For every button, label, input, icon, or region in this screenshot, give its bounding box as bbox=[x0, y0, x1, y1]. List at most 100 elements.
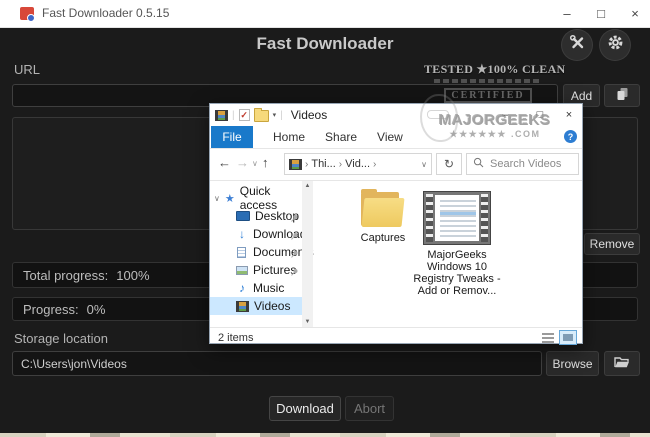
videos-app-icon bbox=[215, 110, 228, 121]
screen: Fast Downloader 0.5.15 – □ × Fast Downlo… bbox=[0, 0, 650, 437]
properties-check-icon[interactable]: ✓ bbox=[239, 109, 250, 121]
videos-icon bbox=[236, 301, 249, 312]
file-explorer-dialog: | ✓ ▾ | Videos – □ × File Home Share Vie… bbox=[209, 103, 583, 344]
sidebar-item-documents[interactable]: Documents bbox=[210, 243, 302, 261]
pictures-icon bbox=[236, 266, 248, 275]
sidebar-item-desktop[interactable]: Desktop bbox=[210, 207, 302, 225]
watermark-texture bbox=[434, 79, 542, 83]
explorer-sidebar: ∨ ★ Quick access Desktop ↓ Downloads Doc… bbox=[210, 181, 302, 327]
explorer-minimize-button[interactable]: – bbox=[490, 104, 520, 125]
browse-button[interactable]: Browse bbox=[546, 351, 599, 376]
explorer-title: Videos bbox=[291, 108, 327, 122]
explorer-close-button[interactable]: × bbox=[554, 104, 584, 125]
thumbnail-view-icon[interactable] bbox=[559, 330, 577, 345]
file-label-line: MajorGeeks bbox=[411, 249, 503, 261]
videos-folder-icon bbox=[289, 159, 302, 170]
details-view-icon[interactable] bbox=[542, 333, 554, 343]
background-window-sliver bbox=[0, 433, 650, 437]
window-title: Fast Downloader 0.5.15 bbox=[42, 6, 169, 20]
download-button[interactable]: Download bbox=[269, 396, 341, 421]
pin-icon bbox=[290, 230, 299, 244]
tools-button[interactable] bbox=[562, 30, 592, 60]
item-count: 2 items bbox=[218, 332, 253, 344]
refresh-button[interactable]: ↻ bbox=[436, 153, 462, 175]
quick-access-star-icon: ★ bbox=[225, 192, 235, 205]
video-thumbnail-icon bbox=[423, 191, 491, 245]
new-folder-icon[interactable] bbox=[254, 110, 269, 122]
paste-button[interactable] bbox=[604, 84, 640, 107]
crumb-sep-icon: › bbox=[373, 159, 376, 170]
url-label: URL bbox=[14, 62, 40, 77]
os-titlebar: Fast Downloader 0.5.15 – □ × bbox=[0, 0, 650, 28]
crumb-sep-icon: › bbox=[339, 159, 342, 170]
pin-icon bbox=[290, 266, 299, 280]
tools-icon bbox=[569, 34, 586, 56]
tab-home[interactable]: Home bbox=[273, 130, 305, 144]
sidebar-item-quick-access[interactable]: ∨ ★ Quick access bbox=[210, 189, 302, 207]
storage-path-input[interactable] bbox=[12, 351, 542, 376]
open-folder-button[interactable] bbox=[604, 351, 640, 376]
scroll-up-icon[interactable]: ▲ bbox=[302, 183, 313, 189]
file-label-line: Add or Remov... bbox=[411, 285, 503, 297]
desktop-icon bbox=[236, 211, 250, 221]
minimize-button[interactable]: – bbox=[551, 0, 583, 27]
pin-icon bbox=[290, 248, 299, 262]
explorer-titlebar: | ✓ ▾ | Videos – □ × bbox=[210, 104, 582, 126]
documents-icon bbox=[237, 247, 246, 258]
up-icon[interactable]: ↑ bbox=[262, 155, 269, 170]
separator: | bbox=[232, 110, 235, 121]
crumb-sep-icon: › bbox=[305, 159, 308, 170]
video-file-majorgeeks[interactable]: MajorGeeks Windows 10 Registry Tweaks - … bbox=[411, 191, 503, 297]
sidebar-item-pictures[interactable]: Pictures bbox=[210, 261, 302, 279]
total-progress-label: Total progress: bbox=[23, 268, 108, 283]
watermark-tested-text: TESTED ★100% CLEAN bbox=[424, 62, 552, 77]
sidebar-item-downloads[interactable]: ↓ Downloads bbox=[210, 225, 302, 243]
tab-share[interactable]: Share bbox=[325, 130, 357, 144]
explorer-ribbon: File Home Share View bbox=[210, 126, 582, 149]
paste-icon bbox=[616, 87, 629, 104]
explorer-statusbar: 2 items bbox=[210, 327, 582, 347]
app-logo-icon bbox=[20, 7, 34, 20]
explorer-navbar: ← → ∨ ↑ › Thi... › Vid... › ∨ ↻ bbox=[210, 149, 582, 181]
file-label-line: Registry Tweaks - bbox=[411, 273, 503, 285]
back-icon[interactable]: ← bbox=[218, 155, 231, 170]
downloads-icon: ↓ bbox=[236, 227, 248, 241]
sidebar-scrollbar[interactable]: ▲ ▼ bbox=[302, 181, 313, 327]
abort-button[interactable]: Abort bbox=[345, 396, 394, 421]
explorer-body: ∨ ★ Quick access Desktop ↓ Downloads Doc… bbox=[210, 181, 582, 327]
address-dropdown-icon[interactable]: ∨ bbox=[421, 160, 427, 169]
tab-file[interactable]: File bbox=[211, 126, 253, 148]
gear-icon bbox=[607, 34, 624, 56]
tab-view[interactable]: View bbox=[377, 130, 403, 144]
folder-icon bbox=[359, 189, 407, 227]
sidebar-item-label: Music bbox=[253, 281, 284, 295]
address-bar[interactable]: › Thi... › Vid... › ∨ bbox=[284, 153, 432, 175]
qat-caret-icon[interactable]: ▾ bbox=[273, 111, 277, 119]
total-progress-value: 100% bbox=[116, 268, 149, 283]
search-input[interactable] bbox=[488, 157, 572, 171]
sidebar-item-videos[interactable]: Videos bbox=[210, 297, 302, 315]
recent-locations-icon[interactable]: ∨ bbox=[252, 159, 258, 168]
sidebar-item-music[interactable]: ♪ Music bbox=[210, 279, 302, 297]
pin-icon bbox=[290, 212, 299, 226]
expand-chevron-icon[interactable]: ∨ bbox=[214, 194, 220, 203]
breadcrumb-this-pc[interactable]: Thi... bbox=[311, 158, 335, 170]
storage-label: Storage location bbox=[14, 331, 108, 346]
folder-open-icon bbox=[614, 356, 630, 372]
maximize-button[interactable]: □ bbox=[585, 0, 617, 27]
scroll-down-icon[interactable]: ▼ bbox=[302, 319, 313, 325]
close-button[interactable]: × bbox=[619, 0, 650, 27]
search-icon bbox=[473, 155, 484, 173]
forward-icon[interactable]: → bbox=[236, 155, 249, 170]
explorer-content: Captures MajorGeeks Windows 10 Registry … bbox=[313, 181, 582, 327]
progress-label: Progress: bbox=[23, 302, 79, 317]
separator: | bbox=[280, 110, 283, 121]
explorer-maximize-button[interactable]: □ bbox=[525, 104, 555, 125]
help-button[interactable]: ? bbox=[564, 130, 577, 143]
page-title: Fast Downloader bbox=[0, 34, 650, 54]
progress-value: 0% bbox=[87, 302, 106, 317]
breadcrumb-videos[interactable]: Vid... bbox=[345, 158, 370, 170]
search-box[interactable] bbox=[466, 153, 579, 175]
remove-button[interactable]: Remove bbox=[584, 233, 640, 255]
settings-button[interactable] bbox=[600, 30, 630, 60]
